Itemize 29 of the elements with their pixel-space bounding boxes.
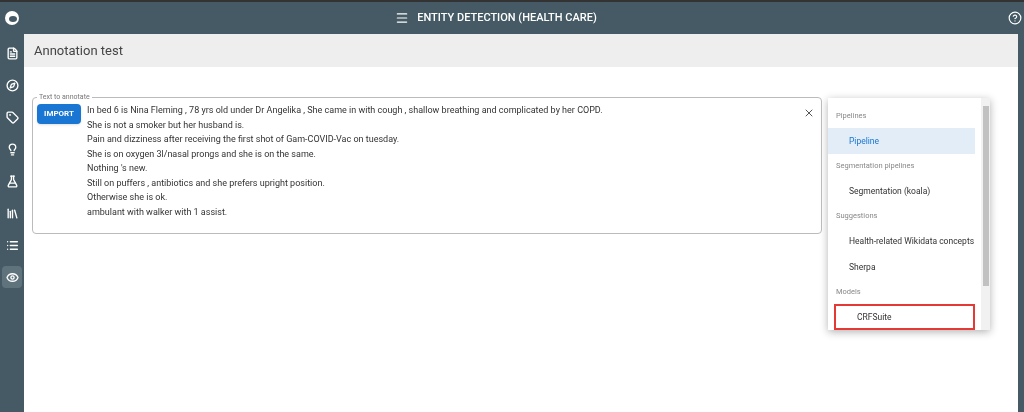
books-icon [5,206,19,220]
list-icon [5,238,19,252]
menu-item[interactable]: Segmentation (koala) [828,178,975,204]
menu-item[interactable]: Pipeline [828,128,975,154]
help-icon[interactable] [1008,11,1022,25]
flask-icon [5,174,19,188]
eye-icon [5,270,19,284]
import-button[interactable]: IMPORT [37,104,81,124]
sidebar-item[interactable] [2,266,22,288]
close-button[interactable] [803,107,815,119]
compass-icon [5,78,19,92]
annotation-text-line: In bed 6 is Nina Fleming , 78 yrs old under Dr Angelika , She came in with cough , shallow breathing and complicated by her COPD. [87,104,603,117]
page-title: Annotation test [34,41,123,60]
annotation-text-line: She is not a smoker but her husband is. [87,118,246,132]
logo-icon [4,10,20,26]
tag-icon [5,110,19,124]
annotation-text-line: Still on puffers , antibiotics and she prefers upright position. [87,176,326,190]
app-title: ENTITY DETECTION (HEALTH CARE) [417,9,597,26]
annotation-text-line: ambulant with walker with 1 assist. [87,205,229,219]
menu-button[interactable] [395,11,410,25]
annotate-field[interactable] [32,94,822,234]
menu-item[interactable]: Sherpa [828,254,975,280]
document-icon [5,46,19,60]
menu-item[interactable]: CRFSuite [834,304,975,330]
annotation-text-line: Pain and dizziness after receiving the first shot of Gam-COVID-Vac on tuesday. [87,133,401,146]
annotation-text-line: Nothing 's new. [87,162,149,175]
annotation-text-line: She is on oxygen 3l/nasal prongs and she is on the same. [87,147,317,161]
menu-item[interactable]: Health-related Wikidata concepts [828,228,975,254]
annotation-text-line: Otherwise she is ok. [87,191,169,204]
